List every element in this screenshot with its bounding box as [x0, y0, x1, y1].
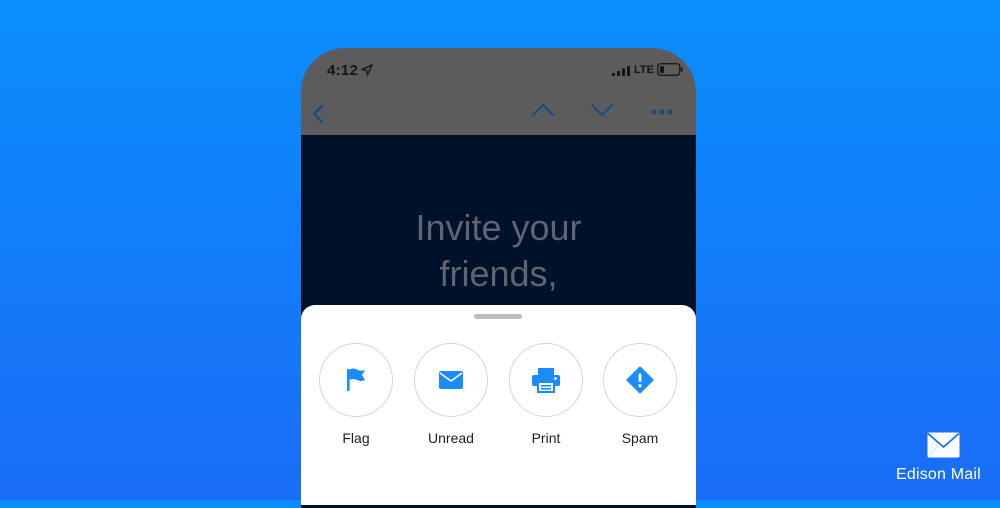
network-label: LTE [634, 64, 654, 76]
chevron-down-icon[interactable] [590, 102, 614, 118]
print-action[interactable]: Print [507, 343, 585, 453]
brand-name: Edison Mail [896, 466, 981, 483]
chevron-up-icon[interactable] [531, 102, 555, 118]
back-chevron-icon[interactable] [311, 104, 325, 124]
more-dots-icon[interactable] [650, 107, 674, 117]
spam-action[interactable]: Spam [601, 343, 679, 453]
flag-label: Flag [342, 430, 370, 446]
spam-label: Spam [621, 430, 659, 446]
email-headline: Invite your friends, [301, 205, 696, 297]
headline-line-2: friends, [439, 253, 558, 294]
unread-label: Unread [428, 430, 474, 446]
headline-line-1: Invite your [415, 207, 582, 248]
status-time: 4:12 [327, 62, 359, 79]
envelope-icon [439, 371, 463, 389]
printer-icon [532, 368, 560, 393]
action-sheet: Flag Unread Print Spam [301, 305, 696, 505]
unread-button[interactable] [414, 343, 488, 417]
spam-warning-icon [626, 366, 654, 394]
spam-button[interactable] [603, 343, 677, 417]
sheet-grab-handle[interactable] [474, 314, 522, 319]
edison-mail-logo [927, 432, 960, 458]
unread-action[interactable]: Unread [412, 343, 490, 453]
flag-action[interactable]: Flag [317, 343, 395, 453]
print-label: Print [531, 430, 561, 446]
location-arrow-icon [361, 64, 373, 76]
edison-mail-brand: Edison Mail [896, 432, 986, 488]
battery-icon [657, 63, 683, 76]
status-bar: 4:12 LTE [301, 48, 696, 92]
print-button[interactable] [509, 343, 583, 417]
flag-icon [347, 368, 365, 391]
signal-bars-icon [612, 66, 630, 76]
flag-button[interactable] [319, 343, 393, 417]
message-nav-bar [301, 92, 696, 134]
